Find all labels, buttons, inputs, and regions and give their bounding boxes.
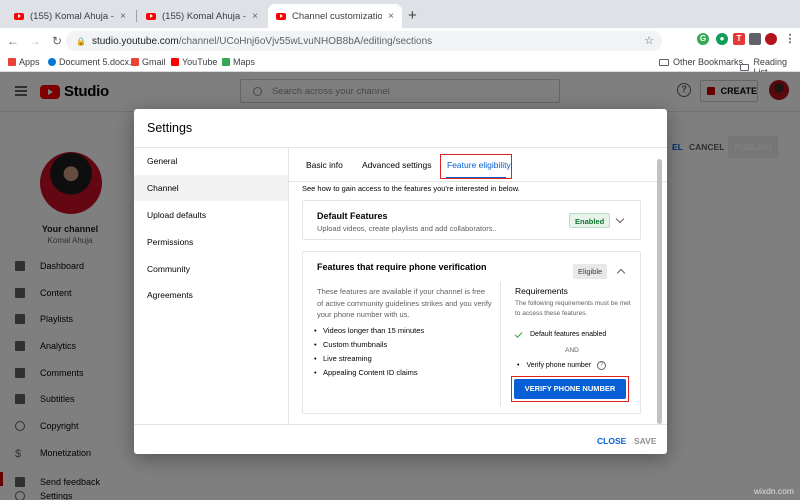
help-circle-icon[interactable]: ?	[597, 361, 607, 370]
extensions-puzzle-icon[interactable]	[749, 33, 761, 45]
status-badge-enabled: Enabled	[569, 213, 611, 228]
tab-title: (155) Komal Ahuja - YouTube	[162, 10, 246, 22]
other-bookmarks[interactable]: Other Bookmarks	[659, 57, 743, 67]
bookmark-label: Apps	[19, 57, 40, 67]
default-features-card[interactable]: Default Features Upload videos, create p…	[302, 200, 641, 240]
and-separator: AND	[565, 347, 579, 354]
settings-nav-upload-defaults[interactable]: Upload defaults	[134, 202, 288, 228]
bookmark-maps[interactable]: Maps	[222, 57, 255, 67]
bookmark-document[interactable]: Document 5.docx...	[48, 57, 137, 67]
browser-tab[interactable]: (155) Komal Ahuja - YouTube ×	[138, 4, 266, 28]
card-subtitle: Upload videos, create playlists and add …	[317, 224, 497, 233]
tab-highlight-box	[440, 154, 512, 179]
folder-icon	[659, 58, 669, 66]
requirements-description: The following requirements must be met t…	[515, 300, 631, 317]
browser-tab-strip: (155) Komal Ahuja - YouTube × (155) Koma…	[0, 0, 800, 28]
new-tab-button[interactable]: +	[408, 7, 417, 24]
settings-nav-channel[interactable]: Channel	[134, 175, 288, 201]
tab-close-icon[interactable]: ×	[120, 11, 126, 22]
tab-separator	[136, 10, 137, 22]
cloud-icon	[48, 58, 56, 66]
settings-nav-general[interactable]: General	[134, 148, 288, 174]
settings-nav-agreements[interactable]: Agreements	[134, 282, 288, 308]
browser-menu-icon[interactable]: ⋮	[784, 33, 796, 45]
bullet-dot: •	[517, 362, 520, 369]
divider	[500, 282, 501, 406]
youtube-favicon-icon	[14, 12, 24, 20]
tab-title: (155) Komal Ahuja - YouTube	[30, 10, 114, 22]
tp-extension-icon[interactable]: T	[733, 33, 745, 45]
list-item: Appealing Content ID claims	[314, 368, 418, 377]
profile-avatar-icon[interactable]	[765, 33, 777, 45]
card-title: Features that require phone verification	[317, 262, 487, 272]
bookmark-label: Document 5.docx...	[59, 57, 137, 67]
settings-nav: General Channel Upload defaults Permissi…	[134, 148, 289, 424]
bookmark-apps[interactable]: Apps	[8, 57, 40, 67]
settings-nav-permissions[interactable]: Permissions	[134, 229, 288, 255]
gmail-icon	[131, 58, 139, 66]
settings-nav-community[interactable]: Community	[134, 256, 288, 282]
grammarly-extension-icon[interactable]: G	[697, 33, 709, 45]
youtube-favicon-icon	[146, 12, 156, 20]
list-item: Videos longer than 15 minutes	[314, 326, 424, 335]
dialog-scrollbar[interactable]	[657, 159, 662, 424]
verify-button-highlight-box	[511, 376, 629, 402]
tab-title: Channel customization - YouTube	[292, 10, 383, 22]
bookmark-youtube[interactable]: YouTube	[171, 57, 217, 67]
bookmark-label: Gmail	[142, 57, 166, 67]
chat-extension-icon[interactable]: ●	[716, 33, 728, 45]
address-bar[interactable]: 🔒 studio.youtube.com/channel/UCoHnj6oVjv…	[66, 31, 662, 51]
youtube-favicon-icon	[276, 12, 286, 20]
checkmark-icon	[514, 329, 523, 338]
save-button[interactable]: SAVE	[634, 436, 657, 446]
chevron-up-icon[interactable]	[616, 268, 626, 278]
bookmark-gmail[interactable]: Gmail	[131, 57, 166, 67]
close-button[interactable]: CLOSE	[597, 436, 626, 446]
bookmarks-bar: Apps Document 5.docx... Gmail YouTube Ma…	[0, 54, 800, 77]
lock-icon: 🔒	[76, 36, 86, 46]
reload-icon[interactable]: ↻	[48, 34, 66, 48]
forward-icon[interactable]: →	[26, 34, 44, 48]
requirement-label: Verify phone number	[526, 362, 592, 369]
url-path: /channel/UCoHnj6oVjv55wLvuNHOB8bA/editin…	[178, 35, 433, 47]
card-title: Default Features	[317, 211, 388, 221]
requirements-title: Requirements	[515, 286, 568, 296]
settings-dialog: Settings General Channel Upload defaults…	[134, 109, 667, 454]
apps-grid-icon	[8, 58, 16, 66]
tab-close-icon[interactable]: ×	[252, 11, 258, 22]
list-item: Live streaming	[314, 354, 372, 363]
watermark: wixdn.com	[753, 486, 794, 496]
youtube-icon	[171, 58, 179, 66]
tab-close-icon[interactable]: ×	[388, 11, 394, 22]
phone-verification-card: Features that require phone verification…	[302, 251, 641, 414]
tab-advanced-settings[interactable]: Advanced settings	[362, 160, 431, 170]
bookmark-label: Maps	[233, 57, 256, 67]
phone-card-description: These features are available if your cha…	[317, 287, 492, 319]
status-badge-eligible: Eligible	[573, 264, 608, 279]
url-host: studio.youtube.com	[91, 35, 179, 47]
requirement-label: Default features enabled	[530, 331, 607, 338]
back-icon[interactable]: ←	[4, 34, 22, 48]
requirement-verify-phone: • Verify phone number?	[515, 361, 607, 370]
list-item: Custom thumbnails	[314, 340, 387, 349]
browser-tab[interactable]: (155) Komal Ahuja - YouTube ×	[6, 4, 134, 28]
browser-tab-active[interactable]: Channel customization - YouTube ×	[268, 4, 402, 28]
chevron-down-icon[interactable]	[615, 214, 625, 224]
dialog-title: Settings	[147, 121, 193, 135]
bookmark-star-icon[interactable]: ☆	[644, 34, 654, 47]
maps-icon	[222, 58, 230, 66]
eligibility-intro: See how to gain access to the features y…	[302, 184, 520, 193]
tab-basic-info[interactable]: Basic info	[306, 160, 343, 170]
reading-list-icon	[740, 63, 750, 71]
dialog-footer: CLOSE SAVE	[134, 424, 667, 454]
browser-toolbar: ← → ↻ 🔒 studio.youtube.com/channel/UCoHn…	[0, 28, 800, 54]
other-bookmarks-label: Other Bookmarks	[673, 57, 744, 67]
channel-settings-tabs: Basic info Advanced settings Feature eli…	[289, 148, 667, 182]
requirement-default-features: Default features enabled	[514, 329, 607, 338]
bookmark-label: YouTube	[182, 57, 218, 67]
